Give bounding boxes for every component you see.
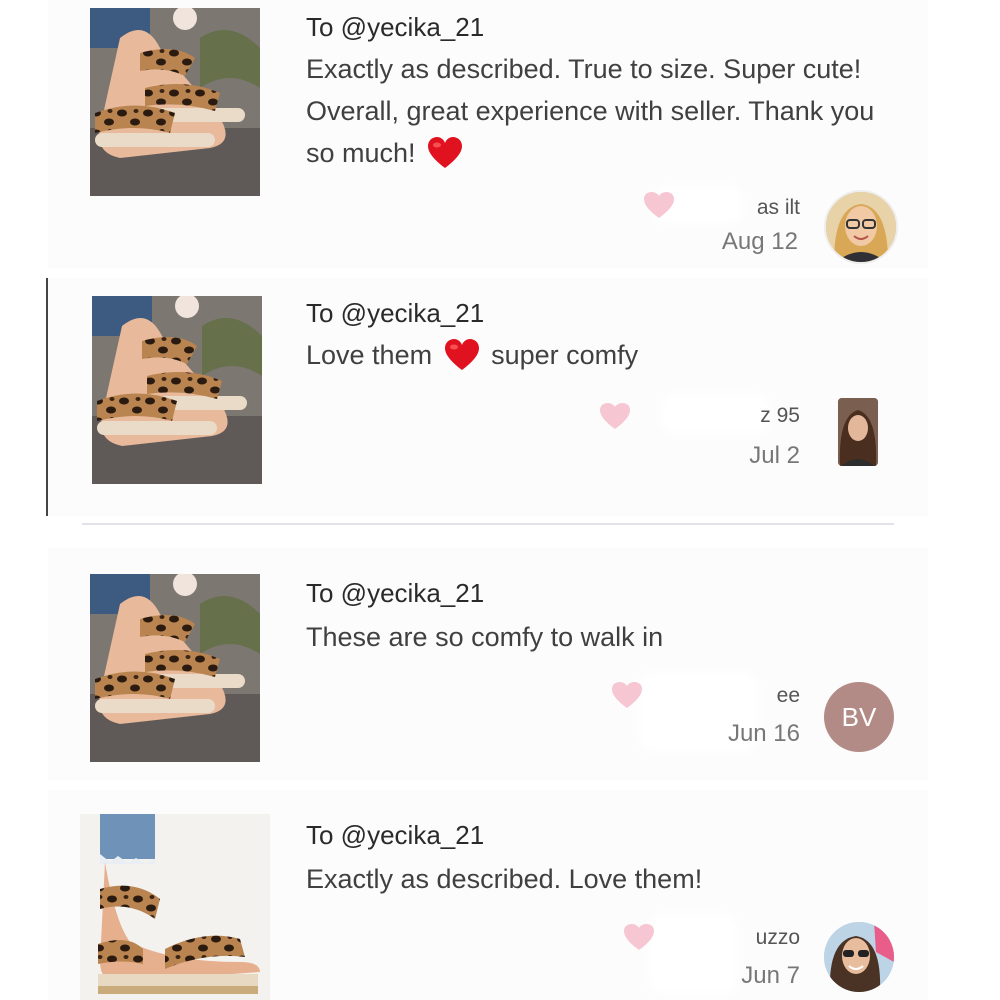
reviewer-username[interactable]: z 95	[680, 404, 800, 428]
reviewer-avatar[interactable]	[824, 190, 898, 264]
review-date: Jul 2	[749, 442, 800, 469]
reviewer-username[interactable]: uzzo	[680, 926, 800, 950]
review-date: Jun 7	[741, 962, 800, 989]
product-thumbnail[interactable]	[90, 574, 260, 762]
review-comment: Exactly as described. True to size. Supe…	[306, 54, 875, 170]
review-comment: These are so comfy to walk in	[306, 622, 664, 652]
review-card: To @yecika_21 These are so comfy to walk…	[48, 548, 928, 780]
reviewer-avatar[interactable]	[824, 922, 894, 992]
review-recipient: To @yecika_21	[306, 578, 485, 608]
red-heart-emoji-icon	[427, 136, 463, 170]
red-heart-emoji-icon	[444, 338, 480, 372]
like-heart-icon[interactable]	[610, 680, 644, 710]
reviewer-avatar[interactable]: BV	[824, 682, 894, 752]
review-card: To @yecika_21 Love them super comfy z 95…	[46, 278, 928, 516]
section-divider	[82, 523, 894, 525]
review-card: To @yecika_21 Exactly as described. True…	[48, 0, 928, 268]
like-heart-icon[interactable]	[598, 401, 632, 431]
product-thumbnail[interactable]	[80, 814, 270, 1000]
review-card: To @yecika_21 Exactly as described. Love…	[48, 790, 928, 1000]
review-recipient: To @yecika_21	[306, 820, 485, 850]
like-heart-icon[interactable]	[622, 922, 656, 952]
product-thumbnail[interactable]	[90, 8, 260, 196]
reviewer-username[interactable]: ee	[680, 684, 800, 708]
like-heart-icon[interactable]	[642, 190, 676, 220]
reviewer-avatar[interactable]	[838, 398, 878, 466]
review-comment: Exactly as described. Love them!	[306, 864, 703, 894]
reviewer-username[interactable]: as ilt	[680, 196, 800, 220]
review-recipient: To @yecika_21	[306, 12, 485, 42]
review-recipient: To @yecika_21	[306, 298, 485, 328]
product-thumbnail[interactable]	[92, 296, 262, 484]
review-date: Aug 12	[721, 228, 798, 255]
review-comment: Love them super comfy	[306, 338, 639, 372]
review-date: Jun 16	[727, 720, 800, 747]
